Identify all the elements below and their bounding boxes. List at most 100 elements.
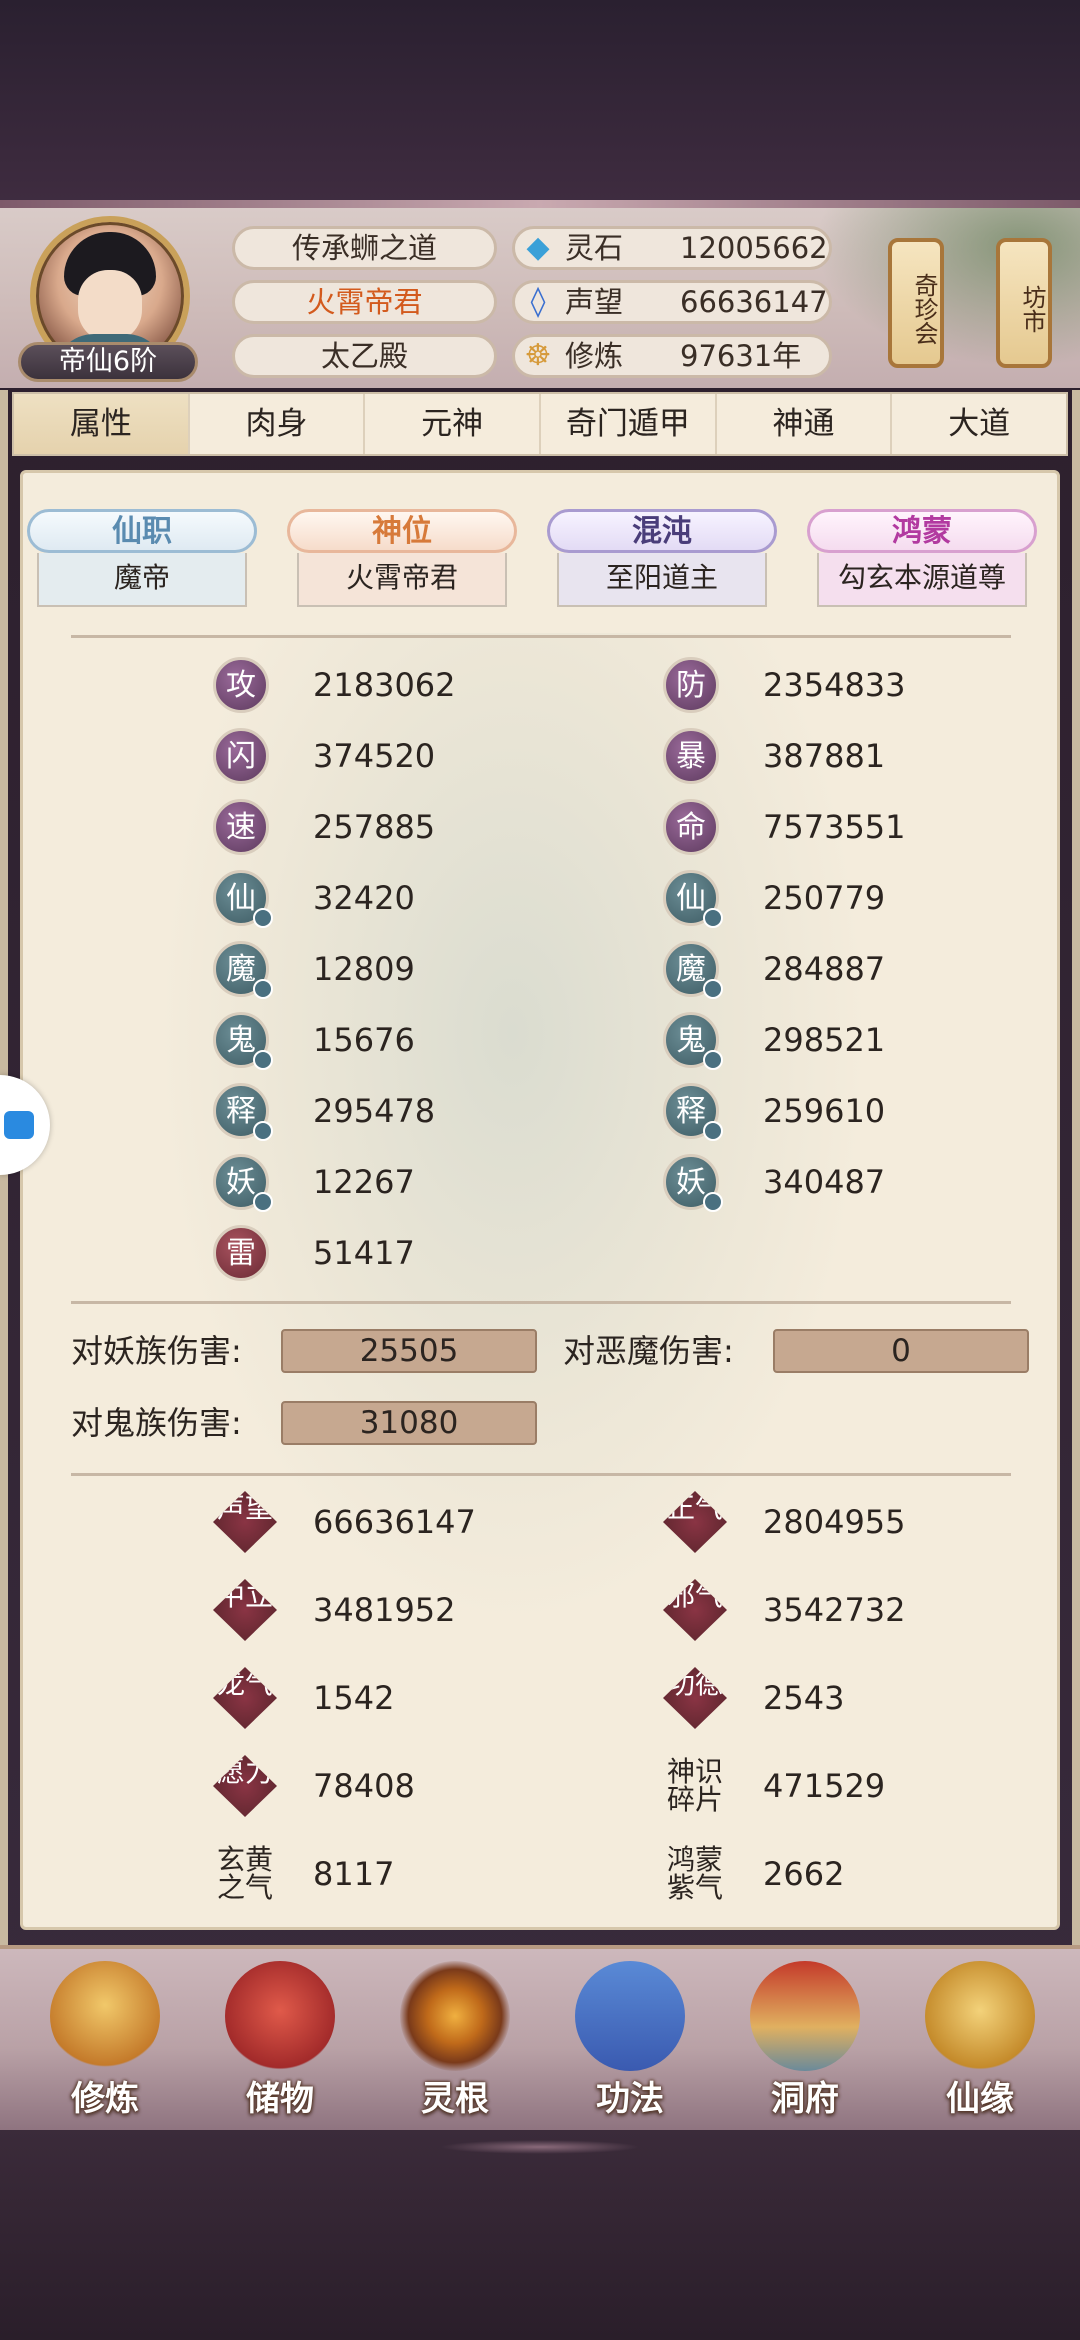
title-sect[interactable]: 太乙殿 bbox=[232, 334, 497, 378]
nav-storage[interactable]: 储物 bbox=[205, 1961, 355, 2131]
attributes-panel: 仙职 魔帝 神位 火霄帝君 混沌 至阳道主 鸿蒙 勾玄本源道尊 攻 218306… bbox=[20, 470, 1060, 1930]
nav-techniques[interactable]: 功法 bbox=[555, 1961, 705, 2131]
storage-bag-icon bbox=[225, 1961, 335, 2071]
stat-value: 284887 bbox=[763, 950, 886, 988]
gourd-icon bbox=[925, 1961, 1035, 2071]
damage-vs-demon-value: 0 bbox=[773, 1329, 1029, 1373]
bottom-ornament bbox=[440, 2140, 640, 2154]
plaque-title: 鸿蒙 bbox=[807, 509, 1037, 553]
health-glyph-icon: 命 bbox=[663, 799, 719, 855]
rep-value: 3481952 bbox=[313, 1591, 456, 1629]
stat-value: 2354833 bbox=[763, 666, 906, 704]
hongmeng-qi-badge-icon: 鸿蒙紫气 bbox=[666, 1843, 723, 1904]
float-camera-icon bbox=[4, 1111, 34, 1139]
resource-value: 12005662 bbox=[680, 231, 828, 265]
stat-value: 32420 bbox=[313, 879, 415, 917]
attack-marker-icon bbox=[253, 1121, 273, 1141]
resource-spirit-stone[interactable]: ◆ 灵石 12005662 bbox=[512, 226, 832, 270]
cultivation-meditation-icon: ☸ bbox=[524, 338, 552, 373]
player-header: 帝仙6阶 传承蛳之道 火霄帝君 太乙殿 ◆ 灵石 12005662 ◊ 声望 6… bbox=[0, 208, 1080, 388]
nav-label: 灵根 bbox=[421, 2079, 489, 2119]
plaque-value: 勾玄本源道尊 bbox=[817, 553, 1027, 607]
stat-value: 51417 bbox=[313, 1234, 415, 1272]
manual-book-icon bbox=[575, 1961, 685, 2071]
defense-marker-icon bbox=[703, 908, 723, 928]
plaque-divine-rank[interactable]: 神位 火霄帝君 bbox=[287, 509, 517, 619]
stat-value: 250779 bbox=[763, 879, 886, 917]
rep-value: 3542732 bbox=[763, 1591, 906, 1629]
spirit-stone-icon: ◆ bbox=[526, 230, 550, 265]
nav-cultivation[interactable]: 修炼 bbox=[30, 1961, 180, 2131]
stat-value: 12267 bbox=[313, 1163, 415, 1201]
bottom-navigation: 修炼 储物 灵根 功法 洞府 仙缘 bbox=[0, 1945, 1080, 2130]
plaque-immortal-post[interactable]: 仙职 魔帝 bbox=[27, 509, 257, 619]
tab-divine-arts[interactable]: 神通 bbox=[717, 394, 893, 454]
resource-reputation[interactable]: ◊ 声望 66636147 bbox=[512, 280, 832, 324]
attack-glyph-icon: 攻 bbox=[213, 657, 269, 713]
nav-label: 洞府 bbox=[771, 2079, 839, 2119]
tab-physique[interactable]: 肉身 bbox=[190, 394, 366, 454]
plaque-value: 至阳道主 bbox=[557, 553, 767, 607]
thunder-glyph-icon: 雷 bbox=[213, 1225, 269, 1281]
plaque-hongmeng[interactable]: 鸿蒙 勾玄本源道尊 bbox=[807, 509, 1037, 619]
plaque-title: 仙职 bbox=[27, 509, 257, 553]
damage-vs-yao-label: 对妖族伤害: bbox=[71, 1332, 242, 1370]
attack-marker-icon bbox=[253, 979, 273, 999]
avatar-face bbox=[78, 270, 142, 342]
meditating-monk-icon bbox=[50, 1961, 160, 2071]
resource-cultivation[interactable]: ☸ 修炼 97631年 bbox=[512, 334, 832, 378]
attack-marker-icon bbox=[253, 1192, 273, 1212]
nav-label: 修炼 bbox=[71, 2079, 139, 2119]
spirit-fragment-badge-icon: 神识碎片 bbox=[666, 1755, 723, 1816]
tab-qimen-dunjia[interactable]: 奇门遁甲 bbox=[541, 394, 717, 454]
nav-label: 储物 bbox=[246, 2079, 314, 2119]
stat-value: 257885 bbox=[313, 808, 436, 846]
stat-value: 374520 bbox=[313, 737, 436, 775]
defense-glyph-icon: 防 bbox=[663, 657, 719, 713]
top-ornament-divider bbox=[0, 200, 1080, 208]
plaque-value: 魔帝 bbox=[37, 553, 247, 607]
defense-marker-icon bbox=[703, 1121, 723, 1141]
resource-value: 66636147 bbox=[680, 285, 828, 319]
nav-immortal-fate[interactable]: 仙缘 bbox=[905, 1961, 1055, 2131]
nav-cave-dwelling[interactable]: 洞府 bbox=[730, 1961, 880, 2131]
title-divine-rank[interactable]: 火霄帝君 bbox=[232, 280, 497, 324]
speed-glyph-icon: 速 bbox=[213, 799, 269, 855]
title-inheritance[interactable]: 传承蛳之道 bbox=[232, 226, 497, 270]
damage-vs-yao-value: 25505 bbox=[281, 1329, 537, 1373]
plaque-chaos[interactable]: 混沌 至阳道主 bbox=[547, 509, 777, 619]
nav-label: 仙缘 bbox=[946, 2079, 1014, 2119]
plaque-value: 火霄帝君 bbox=[297, 553, 507, 607]
dragon-qi-badge-icon: 龙气 bbox=[213, 1667, 277, 1729]
rep-value: 66636147 bbox=[313, 1503, 476, 1541]
critical-glyph-icon: 暴 bbox=[663, 728, 719, 784]
nav-spirit-root[interactable]: 灵根 bbox=[380, 1961, 530, 2131]
bottom-backdrop bbox=[0, 2130, 1080, 2340]
rep-value: 8117 bbox=[313, 1855, 395, 1893]
top-backdrop bbox=[0, 0, 1080, 205]
defense-marker-icon bbox=[703, 1050, 723, 1070]
cave-dwelling-icon bbox=[750, 1961, 860, 2071]
resource-label: 修炼 bbox=[565, 339, 624, 373]
section-divider bbox=[71, 635, 1011, 638]
rep-value: 2543 bbox=[763, 1679, 845, 1717]
stat-value: 7573551 bbox=[763, 808, 906, 846]
market-button[interactable]: 坊市 bbox=[996, 238, 1052, 368]
spirit-root-icon bbox=[400, 1961, 510, 2071]
tab-soul[interactable]: 元神 bbox=[365, 394, 542, 454]
section-divider bbox=[71, 1473, 1011, 1476]
defense-marker-icon bbox=[703, 979, 723, 999]
rep-value: 471529 bbox=[763, 1767, 886, 1805]
treasure-fair-button[interactable]: 奇珍会 bbox=[888, 238, 944, 368]
stat-value: 2183062 bbox=[313, 666, 456, 704]
resource-label: 声望 bbox=[565, 285, 624, 319]
rep-value: 2662 bbox=[763, 1855, 845, 1893]
rank-badge: 帝仙6阶 bbox=[18, 342, 198, 382]
tab-great-dao[interactable]: 大道 bbox=[892, 394, 1066, 454]
resource-label: 灵石 bbox=[565, 231, 624, 265]
dodge-glyph-icon: 闪 bbox=[213, 728, 269, 784]
tab-attributes[interactable]: 属性 bbox=[14, 394, 190, 454]
vow-power-badge-icon: 愿力 bbox=[213, 1755, 277, 1817]
plaque-title: 混沌 bbox=[547, 509, 777, 553]
reputation-crystal-icon: ◊ bbox=[530, 284, 546, 319]
